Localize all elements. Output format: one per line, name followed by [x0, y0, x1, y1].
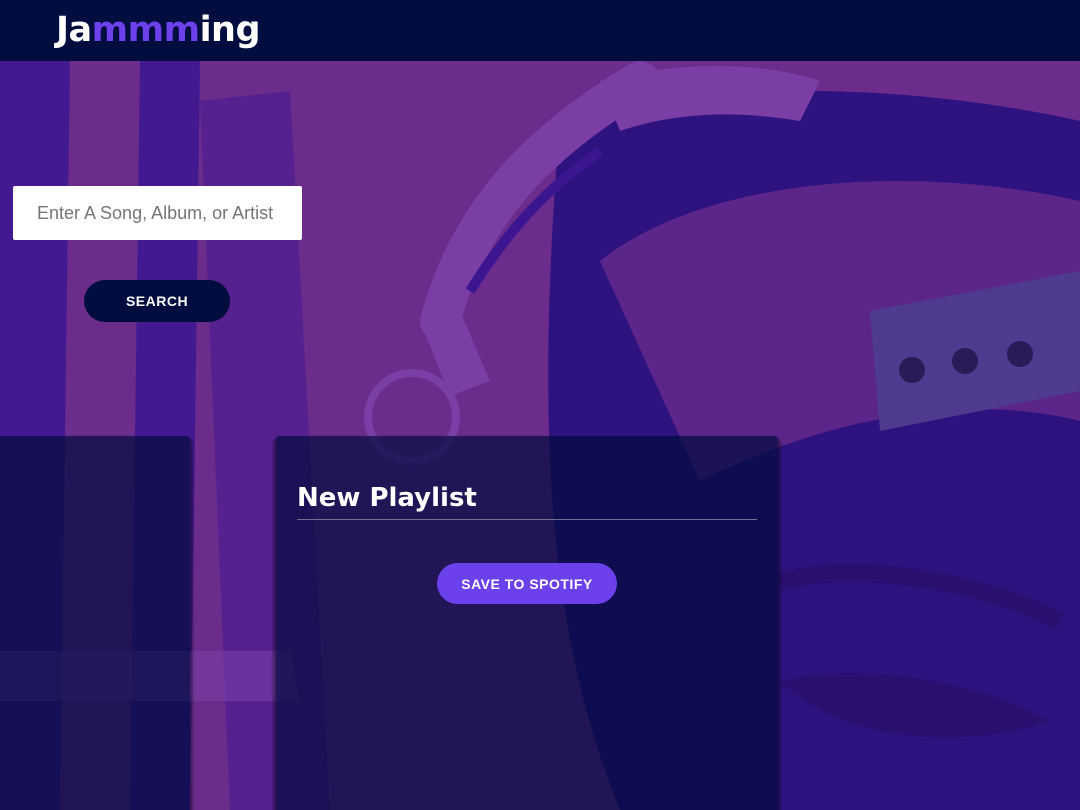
logo-prefix: Ja — [56, 10, 92, 50]
search-button[interactable]: SEARCH — [84, 280, 230, 322]
playlist-name-input[interactable] — [297, 476, 757, 520]
search-input[interactable] — [13, 186, 302, 240]
save-to-spotify-button[interactable]: SAVE TO SPOTIFY — [437, 563, 617, 604]
playlist-panel: SAVE TO SPOTIFY — [276, 436, 778, 810]
top-navbar: Jammming — [0, 0, 1080, 61]
app-logo[interactable]: Jammming — [56, 8, 261, 52]
logo-accent: mmm — [91, 10, 200, 50]
app-root: Jammming SEARCH SAVE TO SPOTIFY — [0, 0, 1080, 810]
search-results-panel — [0, 436, 190, 810]
logo-suffix: ing — [199, 10, 261, 50]
